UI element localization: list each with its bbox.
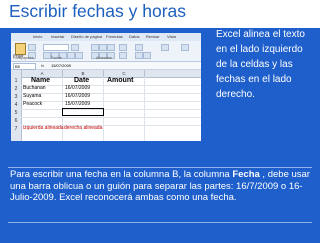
header-cell-amount[interactable]: Amount xyxy=(107,77,133,85)
group-clipboard: Portapapeles xyxy=(13,56,34,60)
number-format-box[interactable] xyxy=(135,44,143,51)
right-aligned-label: derecha alineada xyxy=(64,125,103,131)
align-middle-button[interactable] xyxy=(99,44,107,51)
cell-name[interactable]: Suyama xyxy=(23,93,41,100)
cut-icon[interactable] xyxy=(28,44,36,51)
row-header[interactable]: 1 xyxy=(11,77,22,85)
formula-input[interactable]: 15/07/2009 xyxy=(51,63,71,68)
bold-button[interactable] xyxy=(43,52,51,59)
merge-button[interactable] xyxy=(119,52,127,59)
font-color-button[interactable] xyxy=(75,52,83,59)
tab-datos[interactable]: Datos xyxy=(129,34,139,39)
body-text-part1: Para escribir una fecha en la columna B,… xyxy=(10,169,233,180)
row-header[interactable]: 4 xyxy=(11,101,22,109)
grid-line xyxy=(21,101,201,102)
formula-bar: B5 fx 15/07/2009 xyxy=(11,62,201,70)
divider-line xyxy=(8,167,312,168)
styles-button[interactable] xyxy=(161,44,169,51)
cell-date[interactable]: 15/07/2009 xyxy=(65,101,90,108)
comma-button[interactable] xyxy=(143,52,151,59)
fill-color-button[interactable] xyxy=(67,52,75,59)
tab-insertar[interactable]: Insertar xyxy=(51,34,65,39)
row-header[interactable]: 6 xyxy=(11,117,22,125)
grid-line xyxy=(21,117,201,118)
percent-button[interactable] xyxy=(135,52,143,59)
row-header[interactable]: 5 xyxy=(11,109,22,117)
slide-title: Escribir fechas y horas xyxy=(9,1,187,21)
cell-date[interactable]: 16/07/2009 xyxy=(65,93,90,100)
cell-name[interactable]: Peacock xyxy=(23,101,42,108)
tab-diseno[interactable]: Diseño de página xyxy=(71,34,102,39)
row-header[interactable]: 2 xyxy=(11,85,22,93)
tab-vista[interactable]: Vista xyxy=(167,34,176,39)
left-aligned-label: izquierda alineada xyxy=(23,125,64,131)
group-font: Fuente xyxy=(51,56,62,60)
ribbon-tabs: Inicio Insertar Diseño de página Fórmula… xyxy=(11,33,201,41)
side-note: Excel alinea el texto en el lado izquier… xyxy=(216,29,305,100)
cell-date[interactable]: 16/07/2009 xyxy=(65,85,90,92)
font-size-box[interactable] xyxy=(71,44,79,51)
grid-line xyxy=(21,93,201,94)
row-header[interactable]: 7 xyxy=(11,125,22,141)
cell-name[interactable]: Buchanan xyxy=(23,85,46,92)
excel-screenshot: Inicio Insertar Diseño de página Fórmula… xyxy=(11,33,201,141)
fecha-bold: Fecha xyxy=(232,169,260,180)
header-cell-date[interactable]: Date xyxy=(74,77,89,85)
grid-line xyxy=(21,109,201,110)
tab-formulas[interactable]: Fórmulas xyxy=(106,34,123,39)
row-header[interactable]: 3 xyxy=(11,93,22,101)
cells-button[interactable] xyxy=(181,44,189,51)
font-name-box[interactable] xyxy=(43,44,69,51)
fx-icon[interactable]: fx xyxy=(41,63,44,68)
align-bottom-button[interactable] xyxy=(107,44,115,51)
group-alignment: Alineación xyxy=(96,56,113,60)
body-text: Para escribir una fecha en la columna B,… xyxy=(10,169,315,204)
wrap-text-button[interactable] xyxy=(119,44,127,51)
tab-inicio[interactable]: Inicio xyxy=(33,34,42,39)
grid-line xyxy=(144,77,145,141)
header-cell-name[interactable]: Name xyxy=(31,77,50,85)
name-box[interactable]: B5 xyxy=(13,63,36,70)
selected-cell-b5[interactable] xyxy=(62,108,104,116)
footer-text: Crear su primer libro xyxy=(116,226,204,237)
align-top-button[interactable] xyxy=(91,44,99,51)
tab-revisar[interactable]: Revisar xyxy=(146,34,160,39)
divider-line xyxy=(8,222,312,223)
grid-line xyxy=(21,85,201,86)
column-header-rest xyxy=(145,70,201,78)
